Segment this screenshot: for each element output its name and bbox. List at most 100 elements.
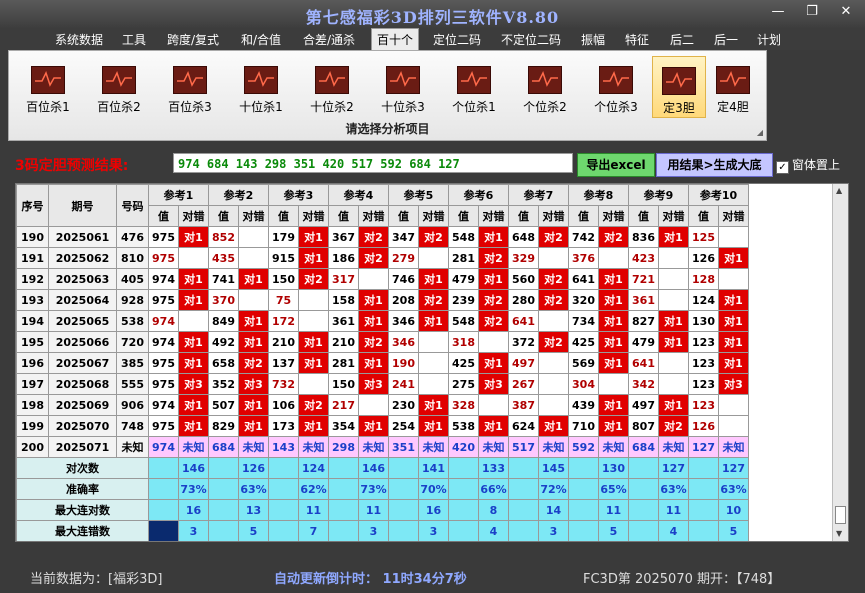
table-row[interactable]: 194 2025065 538 974 849 对1 172 361 对1 346 对1 548 对2 6… bbox=[16, 310, 749, 332]
stats-value: 63% bbox=[238, 478, 269, 500]
scroll-up-icon[interactable]: ▲ bbox=[836, 186, 842, 195]
header-ref[interactable]: 参考6 bbox=[448, 184, 509, 206]
cell-hit: 对2 bbox=[598, 226, 629, 248]
generate-base-button[interactable]: 用结果>生成大底 bbox=[656, 153, 773, 177]
menu-position[interactable]: 百十个 bbox=[371, 28, 420, 50]
menu-feature[interactable]: 特征 bbox=[620, 30, 654, 49]
table-row[interactable]: 193 2025064 928 975 对1 370 75 158 对1 208 对2 239 对2 28… bbox=[16, 289, 749, 311]
scroll-thumb[interactable] bbox=[835, 506, 846, 524]
stats-blank bbox=[688, 499, 719, 521]
menu-plan[interactable]: 计划 bbox=[752, 30, 786, 49]
cell-value: 975 bbox=[148, 415, 179, 437]
cell-hit bbox=[718, 415, 749, 437]
menu-sum[interactable]: 和/合值 bbox=[236, 30, 286, 49]
header-ref[interactable]: 参考4 bbox=[328, 184, 389, 206]
header-hit[interactable]: 对错 bbox=[478, 205, 509, 227]
header-value[interactable]: 值 bbox=[148, 205, 179, 227]
ribbon-button-label: 十位杀1 bbox=[239, 100, 283, 114]
checkbox-icon[interactable]: ✓ bbox=[776, 161, 789, 174]
menu-nonpos-two[interactable]: 不定位二码 bbox=[496, 30, 566, 49]
header-ref[interactable]: 参考1 bbox=[148, 184, 209, 206]
header-hit[interactable]: 对错 bbox=[718, 205, 749, 227]
header-value[interactable]: 值 bbox=[568, 205, 599, 227]
menu-last-one[interactable]: 后一 bbox=[709, 30, 743, 49]
header-value[interactable]: 值 bbox=[208, 205, 239, 227]
close-icon[interactable]: ✕ bbox=[835, 4, 857, 19]
cell-hit: 对1 bbox=[418, 310, 449, 332]
header-value[interactable]: 值 bbox=[508, 205, 539, 227]
header-value[interactable]: 值 bbox=[688, 205, 719, 227]
cell-hit: 对1 bbox=[418, 394, 449, 416]
header-number[interactable]: 号码 bbox=[116, 184, 149, 227]
header-ref[interactable]: 参考7 bbox=[508, 184, 569, 206]
stay-on-top-checkbox[interactable]: ✓ 窗体置上 bbox=[776, 156, 840, 174]
ribbon-button[interactable]: 定4胆 bbox=[707, 56, 759, 116]
table-row[interactable]: 196 2025067 385 975 对1 658 对2 137 对1 281 对1 190 425 对… bbox=[16, 352, 749, 374]
stats-row: 对次数 146 126 124 146 141 133 145 130 127 127 bbox=[16, 457, 749, 479]
prediction-result-field[interactable]: 974 684 143 298 351 420 517 592 684 127 bbox=[173, 153, 573, 173]
ribbon-button[interactable]: 个位杀3 bbox=[582, 56, 650, 116]
header-hit[interactable]: 对错 bbox=[238, 205, 269, 227]
header-ref[interactable]: 参考5 bbox=[388, 184, 449, 206]
table-row[interactable]: 198 2025069 906 974 对1 507 对1 106 对2 217 230 对1 328 3… bbox=[16, 394, 749, 416]
cell-hit bbox=[298, 310, 329, 332]
table-row[interactable]: 190 2025061 476 975 对1 852 179 对1 367 对2 347 对2 548 对… bbox=[16, 226, 749, 248]
header-ref[interactable]: 参考10 bbox=[688, 184, 749, 206]
menu-tools[interactable]: 工具 bbox=[117, 30, 151, 49]
table-row[interactable]: 197 2025068 555 975 对3 352 对3 732 150 对3 241 275 对3 2… bbox=[16, 373, 749, 395]
cell-hit: 未知 bbox=[358, 436, 389, 458]
table-row[interactable]: 192 2025063 405 974 对1 741 对1 150 对2 317 746 对1 479 对… bbox=[16, 268, 749, 290]
status-bar: 当前数据为：[福彩3D] 自动更新倒计时： 11时34分7秒 FC3D第 202… bbox=[0, 562, 865, 592]
vertical-scrollbar[interactable]: ▲ ▼ bbox=[832, 184, 848, 541]
restore-icon[interactable]: ❐ bbox=[801, 4, 823, 19]
header-hit[interactable]: 对错 bbox=[298, 205, 329, 227]
cell-value: 975 bbox=[148, 352, 179, 374]
export-excel-button[interactable]: 导出excel bbox=[577, 153, 655, 177]
menu-last-two[interactable]: 后二 bbox=[665, 30, 699, 49]
header-ref[interactable]: 参考3 bbox=[268, 184, 329, 206]
header-hit[interactable]: 对错 bbox=[598, 205, 629, 227]
table-row[interactable]: 191 2025062 810 975 435 915 对1 186 对2 279 281 对2 329… bbox=[16, 247, 749, 269]
ribbon-button[interactable]: 百位杀2 bbox=[85, 56, 153, 116]
minimize-icon[interactable]: — bbox=[767, 4, 789, 19]
header-ref[interactable]: 参考2 bbox=[208, 184, 269, 206]
menu-span[interactable]: 跨度/复式 bbox=[162, 30, 224, 49]
table-row[interactable]: 195 2025066 720 974 对1 492 对1 210 对1 210 对2 346 318 3… bbox=[16, 331, 749, 353]
ribbon-button[interactable]: 百位杀3 bbox=[156, 56, 224, 116]
header-hit[interactable]: 对错 bbox=[418, 205, 449, 227]
ribbon-button[interactable]: 十位杀3 bbox=[369, 56, 437, 116]
expand-corner-icon[interactable]: ◢ bbox=[757, 128, 763, 137]
menu-pos-two[interactable]: 定位二码 bbox=[428, 30, 486, 49]
row-period: 2025064 bbox=[48, 289, 117, 311]
header-seq[interactable]: 序号 bbox=[16, 184, 49, 227]
scroll-down-icon[interactable]: ▼ bbox=[836, 529, 842, 538]
ribbon-button[interactable]: 个位杀1 bbox=[440, 56, 508, 116]
row-number: 405 bbox=[116, 268, 149, 290]
ribbon-button[interactable]: 个位杀2 bbox=[511, 56, 579, 116]
header-hit[interactable]: 对错 bbox=[658, 205, 689, 227]
header-ref[interactable]: 参考8 bbox=[568, 184, 629, 206]
menu-amplitude[interactable]: 振幅 bbox=[576, 30, 610, 49]
header-hit[interactable]: 对错 bbox=[358, 205, 389, 227]
prediction-row[interactable]: 200 2025071 未知 974 未知 684 未知 143 未知 298 未知 351 未知 420… bbox=[16, 436, 749, 458]
menu-system-data[interactable]: 系统数据 bbox=[50, 30, 108, 49]
header-period[interactable]: 期号 bbox=[48, 184, 117, 227]
header-hit[interactable]: 对错 bbox=[178, 205, 209, 227]
cell-value: 435 bbox=[208, 247, 239, 269]
ribbon-button-selected[interactable]: 定3胆 bbox=[652, 56, 706, 118]
header-ref[interactable]: 参考9 bbox=[628, 184, 689, 206]
cell-hit bbox=[358, 268, 389, 290]
header-value[interactable]: 值 bbox=[268, 205, 299, 227]
header-value[interactable]: 值 bbox=[448, 205, 479, 227]
ribbon-button[interactable]: 百位杀1 bbox=[14, 56, 82, 116]
ribbon-button[interactable]: 十位杀2 bbox=[298, 56, 366, 116]
menu-diff[interactable]: 合差/通杀 bbox=[298, 30, 360, 49]
cell-hit bbox=[538, 373, 569, 395]
header-value[interactable]: 值 bbox=[628, 205, 659, 227]
header-value[interactable]: 值 bbox=[328, 205, 359, 227]
header-value[interactable]: 值 bbox=[388, 205, 419, 227]
stats-blank bbox=[388, 478, 419, 500]
header-hit[interactable]: 对错 bbox=[538, 205, 569, 227]
ribbon-button[interactable]: 十位杀1 bbox=[227, 56, 295, 116]
table-row[interactable]: 199 2025070 748 975 对1 829 对1 173 对1 354 对1 254 对1 53… bbox=[16, 415, 749, 437]
